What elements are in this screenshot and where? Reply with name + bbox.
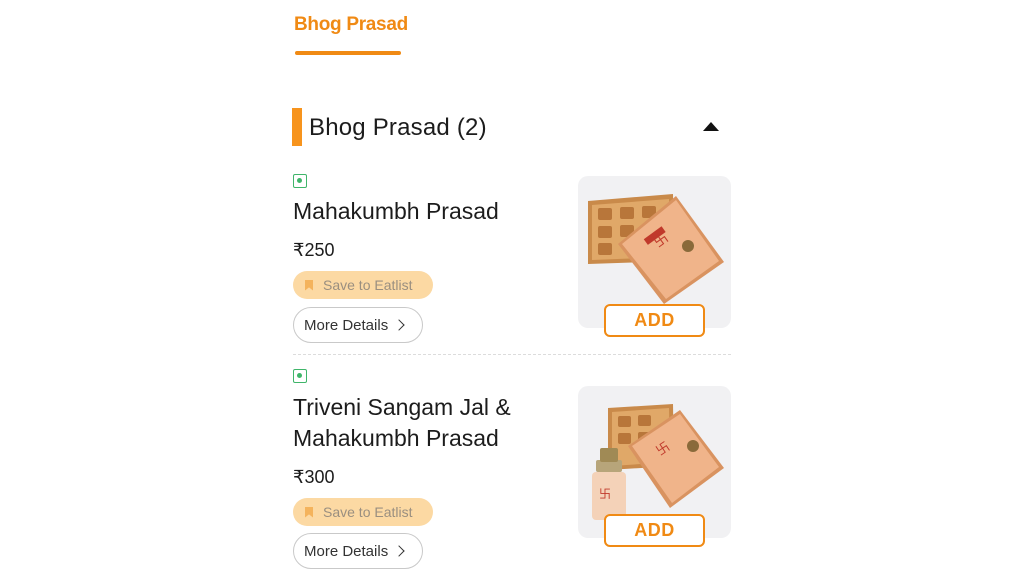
add-button[interactable]: ADD [604,304,705,337]
save-to-eatlist-button[interactable]: Save to Eatlist [293,498,433,526]
tab-bhog-prasad[interactable]: Bhog Prasad [294,14,408,36]
section-title: Bhog Prasad (2) [309,114,487,141]
more-details-button[interactable]: More Details [293,533,423,569]
item-name: Mahakumbh Prasad [293,198,499,224]
chevron-right-icon [393,545,405,557]
add-button[interactable]: ADD [604,514,705,547]
chevron-right-icon [393,319,405,331]
item-name: Triveni Sangam Jal & Mahakumbh Prasad [293,394,511,451]
veg-indicator-icon [293,174,307,188]
save-to-eatlist-label: Save to Eatlist [323,277,413,293]
item-price: ₹250 [293,240,335,260]
more-details-label: More Details [304,316,389,334]
bookmark-icon [305,506,313,518]
section-accent-bar [292,108,302,146]
save-to-eatlist-label: Save to Eatlist [323,504,413,520]
bookmark-icon [305,279,313,291]
item-divider [293,354,731,355]
save-to-eatlist-button[interactable]: Save to Eatlist [293,271,433,299]
active-tab-indicator [295,51,401,55]
svg-text:卐: 卐 [599,487,611,501]
veg-indicator-icon [293,369,307,383]
item-price: ₹300 [293,467,335,487]
collapse-triangle-icon[interactable] [703,122,719,131]
more-details-button[interactable]: More Details [293,307,423,343]
more-details-label: More Details [304,542,389,560]
